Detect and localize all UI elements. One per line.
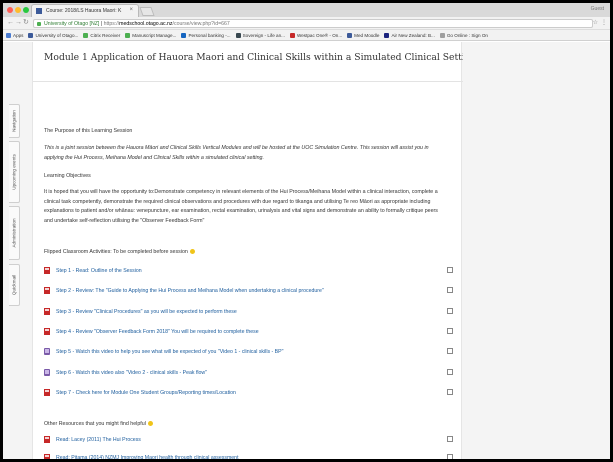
bookmarks-bar: Apps University of Otago... Citrix Receive… — [3, 30, 610, 41]
forward-arrow-icon[interactable]: → — [15, 19, 22, 27]
bookmark-favicon-icon — [289, 33, 295, 38]
profile-label[interactable]: Guest — [591, 6, 604, 12]
course-section: Module 1 Application of Hauora Maori and… — [32, 42, 477, 459]
objectives-text: It is hoped that you will have the oppor… — [44, 189, 438, 224]
activity-row: Step 1 - Read: Outline of the Session — [44, 267, 454, 277]
tab-strip: Course: 2018/LS Hauora Maori: K × Guest — [3, 3, 610, 17]
bookmark-favicon-icon — [347, 33, 353, 38]
browser-toolbar: ← → ↻ University of Otago [NZ] | https:/… — [3, 17, 610, 30]
completion-checkbox[interactable] — [447, 348, 453, 355]
purpose-heading: The Purpose of this Learning Session — [44, 128, 133, 134]
minimize-window-icon[interactable] — [15, 7, 21, 13]
activity-link[interactable]: Step 6 - Watch this video also "Video 2 … — [56, 370, 207, 376]
new-tab-button[interactable] — [139, 7, 155, 16]
dock-tab-administration[interactable]: Administration — [9, 206, 20, 260]
pdf-file-icon[interactable] — [44, 267, 50, 274]
block-dock: Navigation Upcoming events Administratio… — [3, 42, 25, 459]
completion-checkbox[interactable] — [447, 307, 453, 314]
reload-icon[interactable]: ↻ — [23, 19, 29, 27]
bookmark-item[interactable]: Apps — [6, 33, 23, 38]
bookmark-item[interactable]: Personal banking -... — [181, 33, 231, 38]
video-file-icon[interactable] — [44, 348, 50, 356]
bookmark-item[interactable]: Air New Zealand: B... — [384, 33, 435, 38]
completion-checkbox[interactable] — [447, 327, 453, 334]
bookmark-item[interactable]: Med Moodle — [347, 33, 379, 38]
lock-icon — [37, 22, 41, 26]
completion-checkbox[interactable] — [447, 436, 453, 442]
close-window-icon[interactable] — [7, 7, 13, 13]
activity-row: Read: Lacey (2011) The Hui Process — [44, 436, 454, 446]
moodle-page: Navigation Upcoming events Administratio… — [3, 42, 610, 459]
site-identity: University of Otago [NZ] — [44, 21, 100, 27]
bookmark-favicon-icon — [28, 33, 34, 38]
activity-link[interactable]: Read: Pitama (2014) NZMJ Improving Maori… — [56, 455, 239, 459]
video-file-icon[interactable] — [44, 368, 50, 376]
activity-link[interactable]: Step 1 - Read: Outline of the Session — [56, 268, 142, 274]
objectives-heading: Learning Objectives — [44, 173, 91, 179]
screen-frame: Course: 2018/LS Hauora Maori: K × Guest … — [0, 0, 613, 462]
bookmark-favicon-icon — [384, 33, 390, 38]
bookmark-favicon-icon — [83, 33, 89, 38]
browser-tab[interactable]: Course: 2018/LS Hauora Maori: K × — [31, 4, 139, 17]
url-path: /course/view.php?id=667 — [172, 21, 230, 27]
pdf-file-icon[interactable] — [44, 388, 50, 396]
bookmark-item[interactable]: Manuscript Manage... — [125, 33, 176, 38]
activity-row: Step 5 - Watch this video to help you se… — [44, 348, 454, 358]
activity-row: Step 7 - Check here for Module One Stude… — [44, 388, 454, 399]
bookmark-item[interactable]: Sovereign - Life an... — [235, 33, 285, 38]
bookmark-favicon-icon — [439, 33, 445, 38]
purpose-text: This is a joint session between the Hauo… — [44, 145, 429, 161]
activity-link[interactable]: Read: Lacey (2011) The Hui Process — [56, 437, 141, 443]
completion-checkbox[interactable] — [447, 267, 453, 273]
activity-row: Step 3 - Review "Clinical Procedures" as… — [44, 307, 454, 318]
bookmark-item[interactable]: Citrix Receiver — [83, 33, 120, 38]
activity-link[interactable]: Step 3 - Review "Clinical Procedures" as… — [56, 309, 237, 315]
back-arrow-icon[interactable]: ← — [7, 19, 14, 27]
activity-link[interactable]: Step 4 - Review "Observer Feedback Form … — [56, 329, 259, 335]
tab-title: Course: 2018/LS Hauora Maori: K — [46, 8, 122, 14]
address-bar[interactable]: University of Otago [NZ] | https://medsc… — [33, 19, 593, 28]
page-title: Module 1 Application of Hauora Maori and… — [44, 52, 477, 63]
activity-row: Step 4 - Review "Observer Feedback Form … — [44, 327, 454, 338]
smiley-icon — [189, 249, 195, 254]
activity-link[interactable]: Step 7 - Check here for Module One Stude… — [56, 390, 236, 396]
completion-checkbox[interactable] — [447, 287, 453, 294]
moodle-favicon-icon — [36, 8, 42, 14]
tab-close-icon[interactable]: × — [129, 7, 133, 13]
page-margin — [463, 42, 610, 459]
browser-menu-icon[interactable]: ⋮ — [601, 19, 607, 26]
completion-checkbox[interactable] — [447, 454, 453, 459]
title-divider — [33, 81, 463, 82]
bookmark-favicon-icon — [235, 33, 241, 38]
bookmark-item[interactable]: Go Online : Sign On — [439, 33, 488, 38]
maximize-window-icon[interactable] — [23, 7, 29, 13]
activity-link[interactable]: Step 5 - Watch this video to help you se… — [56, 349, 283, 355]
bookmark-star-icon[interactable]: ☆ — [593, 19, 598, 26]
dock-tab-upcoming-events[interactable]: Upcoming events — [9, 141, 20, 203]
activity-row: Step 6 - Watch this video also "Video 2 … — [44, 368, 454, 379]
pdf-file-icon[interactable] — [44, 454, 50, 459]
url-host: medschool.otago.ac.nz — [119, 21, 173, 27]
activity-row: Read: Pitama (2014) NZMJ Improving Maori… — [44, 454, 454, 459]
other-resources-heading: Other Resources that you might find help… — [44, 421, 153, 427]
browser-window: Course: 2018/LS Hauora Maori: K × Guest … — [3, 3, 610, 459]
bookmark-item[interactable]: Westpac One® - On... — [289, 33, 342, 38]
bookmark-favicon-icon — [6, 33, 11, 38]
activity-link[interactable]: Step 2 - Review: The "Guide to Applying … — [56, 288, 324, 294]
pdf-file-icon[interactable] — [44, 307, 50, 315]
bookmark-favicon-icon — [125, 33, 131, 38]
pdf-file-icon[interactable] — [44, 287, 50, 295]
dock-tab-quickmail[interactable]: Quickmail — [9, 264, 20, 306]
completion-checkbox[interactable] — [447, 368, 453, 375]
pdf-file-icon[interactable] — [44, 327, 50, 335]
completion-checkbox[interactable] — [447, 388, 453, 395]
bookmark-item[interactable]: University of Otago... — [28, 33, 78, 38]
pdf-file-icon[interactable] — [44, 436, 50, 443]
flipped-heading: Flipped Classroom Activities: To be comp… — [44, 249, 195, 255]
bookmark-favicon-icon — [181, 33, 187, 38]
smiley-icon — [147, 421, 153, 426]
activity-row: Step 2 - Review: The "Guide to Applying … — [44, 287, 454, 297]
dock-tab-navigation[interactable]: Navigation — [9, 104, 20, 138]
